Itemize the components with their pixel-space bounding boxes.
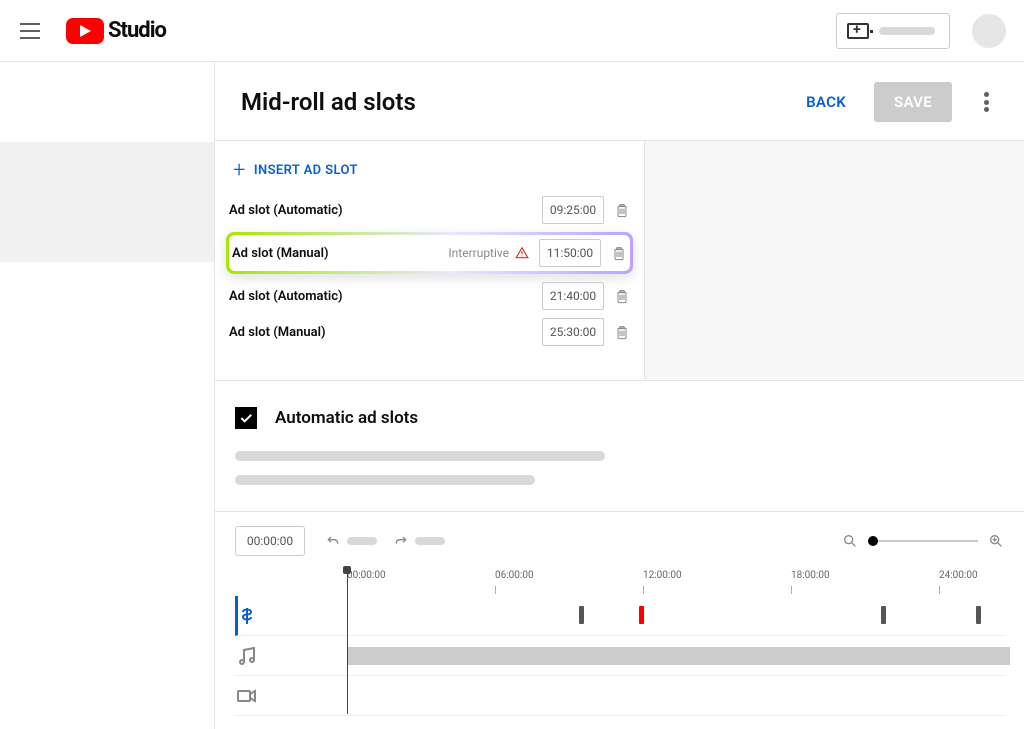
ad-slot-time-input[interactable]: 21:40:00	[542, 282, 604, 310]
title-bar: Mid-roll ad slots BACK SAVE	[215, 62, 1024, 140]
timeline: 00:00:00 00:00:00	[215, 511, 1024, 716]
ad-slot-time-input[interactable]: 25:30:00	[542, 318, 604, 346]
app-header: Studio	[0, 0, 1024, 62]
delete-icon[interactable]	[614, 323, 630, 341]
ad-slot-time-input[interactable]: 09:25:00	[542, 196, 604, 224]
description-placeholder	[235, 475, 535, 485]
redo-label-placeholder	[415, 537, 445, 545]
zoom-in-icon[interactable]	[988, 533, 1004, 549]
dollar-icon	[235, 604, 259, 628]
automatic-ad-slots-checkbox[interactable]	[235, 407, 257, 429]
account-avatar[interactable]	[972, 14, 1006, 48]
hamburger-menu-icon[interactable]	[18, 19, 42, 43]
ad-marker[interactable]	[579, 606, 584, 624]
ad-slot-row[interactable]: Ad slot (Manual) Interruptive 11:50:00	[232, 235, 627, 271]
preview-placeholder	[645, 141, 1024, 380]
logo-text: Studio	[108, 18, 166, 43]
delete-icon[interactable]	[611, 244, 627, 262]
timeline-track-audio[interactable]	[235, 636, 1004, 676]
create-video-icon	[847, 23, 869, 39]
timeline-tick: 24:00:00	[939, 570, 978, 581]
insert-ad-slot-label: INSERT AD SLOT	[254, 163, 358, 178]
insert-ad-slot-button[interactable]: + INSERT AD SLOT	[229, 159, 630, 182]
delete-icon[interactable]	[614, 201, 630, 219]
undo-label-placeholder	[347, 537, 377, 545]
ad-slots-panel: + INSERT AD SLOT Ad slot (Automatic) 09:…	[215, 141, 645, 380]
playhead[interactable]	[347, 570, 348, 714]
delete-icon[interactable]	[614, 287, 630, 305]
video-camera-icon	[235, 684, 259, 708]
ad-slot-row[interactable]: Ad slot (Automatic) 09:25:00	[229, 192, 630, 228]
create-label-placeholder	[879, 27, 935, 35]
ad-slot-label: Ad slot (Manual)	[232, 246, 448, 261]
ad-slot-row[interactable]: Ad slot (Manual) 25:30:00	[229, 314, 630, 350]
timeline-tick: 06:00:00	[495, 570, 534, 581]
ad-marker[interactable]	[976, 606, 981, 624]
ad-marker-warning[interactable]	[639, 606, 644, 624]
automatic-ad-slots-section: Automatic ad slots	[215, 380, 1024, 511]
audio-waveform[interactable]	[347, 647, 1010, 665]
zoom-out-icon[interactable]	[842, 533, 858, 549]
ad-marker[interactable]	[881, 606, 886, 624]
ad-slot-time-input[interactable]: 11:50:00	[539, 239, 601, 267]
description-placeholder	[235, 451, 605, 461]
page-title: Mid-roll ad slots	[241, 88, 416, 116]
timeline-tick: 18:00:00	[791, 570, 830, 581]
youtube-play-icon	[66, 18, 104, 44]
studio-logo[interactable]: Studio	[66, 18, 166, 44]
redo-icon[interactable]	[393, 533, 409, 549]
timeline-track-monetization[interactable]	[235, 596, 1004, 636]
timeline-track-video[interactable]	[235, 676, 1004, 716]
more-options-icon[interactable]	[974, 90, 998, 114]
zoom-control	[842, 533, 1004, 549]
create-button[interactable]	[836, 13, 950, 49]
zoom-slider[interactable]	[868, 540, 978, 542]
ad-slot-label: Ad slot (Automatic)	[229, 289, 542, 304]
warning-icon	[515, 246, 529, 260]
ad-slot-label: Ad slot (Manual)	[229, 325, 542, 340]
back-button[interactable]: BACK	[792, 83, 860, 121]
ad-slot-row[interactable]: Ad slot (Automatic) 21:40:00	[229, 278, 630, 314]
timeline-tick: 12:00:00	[643, 570, 682, 581]
left-sidebar	[0, 62, 215, 729]
save-button[interactable]: SAVE	[874, 82, 952, 122]
music-note-icon	[235, 644, 259, 668]
timeline-tick: 00:00:00	[347, 570, 386, 581]
plus-icon: +	[233, 164, 246, 178]
interruptive-tag: Interruptive	[448, 246, 509, 260]
automatic-ad-slots-title: Automatic ad slots	[275, 408, 418, 428]
undo-icon[interactable]	[325, 533, 341, 549]
timeline-time-input[interactable]: 00:00:00	[235, 526, 305, 556]
ad-slot-label: Ad slot (Automatic)	[229, 203, 542, 218]
sidebar-nav-item[interactable]	[0, 142, 214, 262]
highlighted-ad-slot: Ad slot (Manual) Interruptive 11:50:00	[226, 232, 633, 274]
timeline-ruler[interactable]: 00:00:00 06:00:00 12:00:00 18:00:00 24:0…	[347, 570, 1004, 596]
